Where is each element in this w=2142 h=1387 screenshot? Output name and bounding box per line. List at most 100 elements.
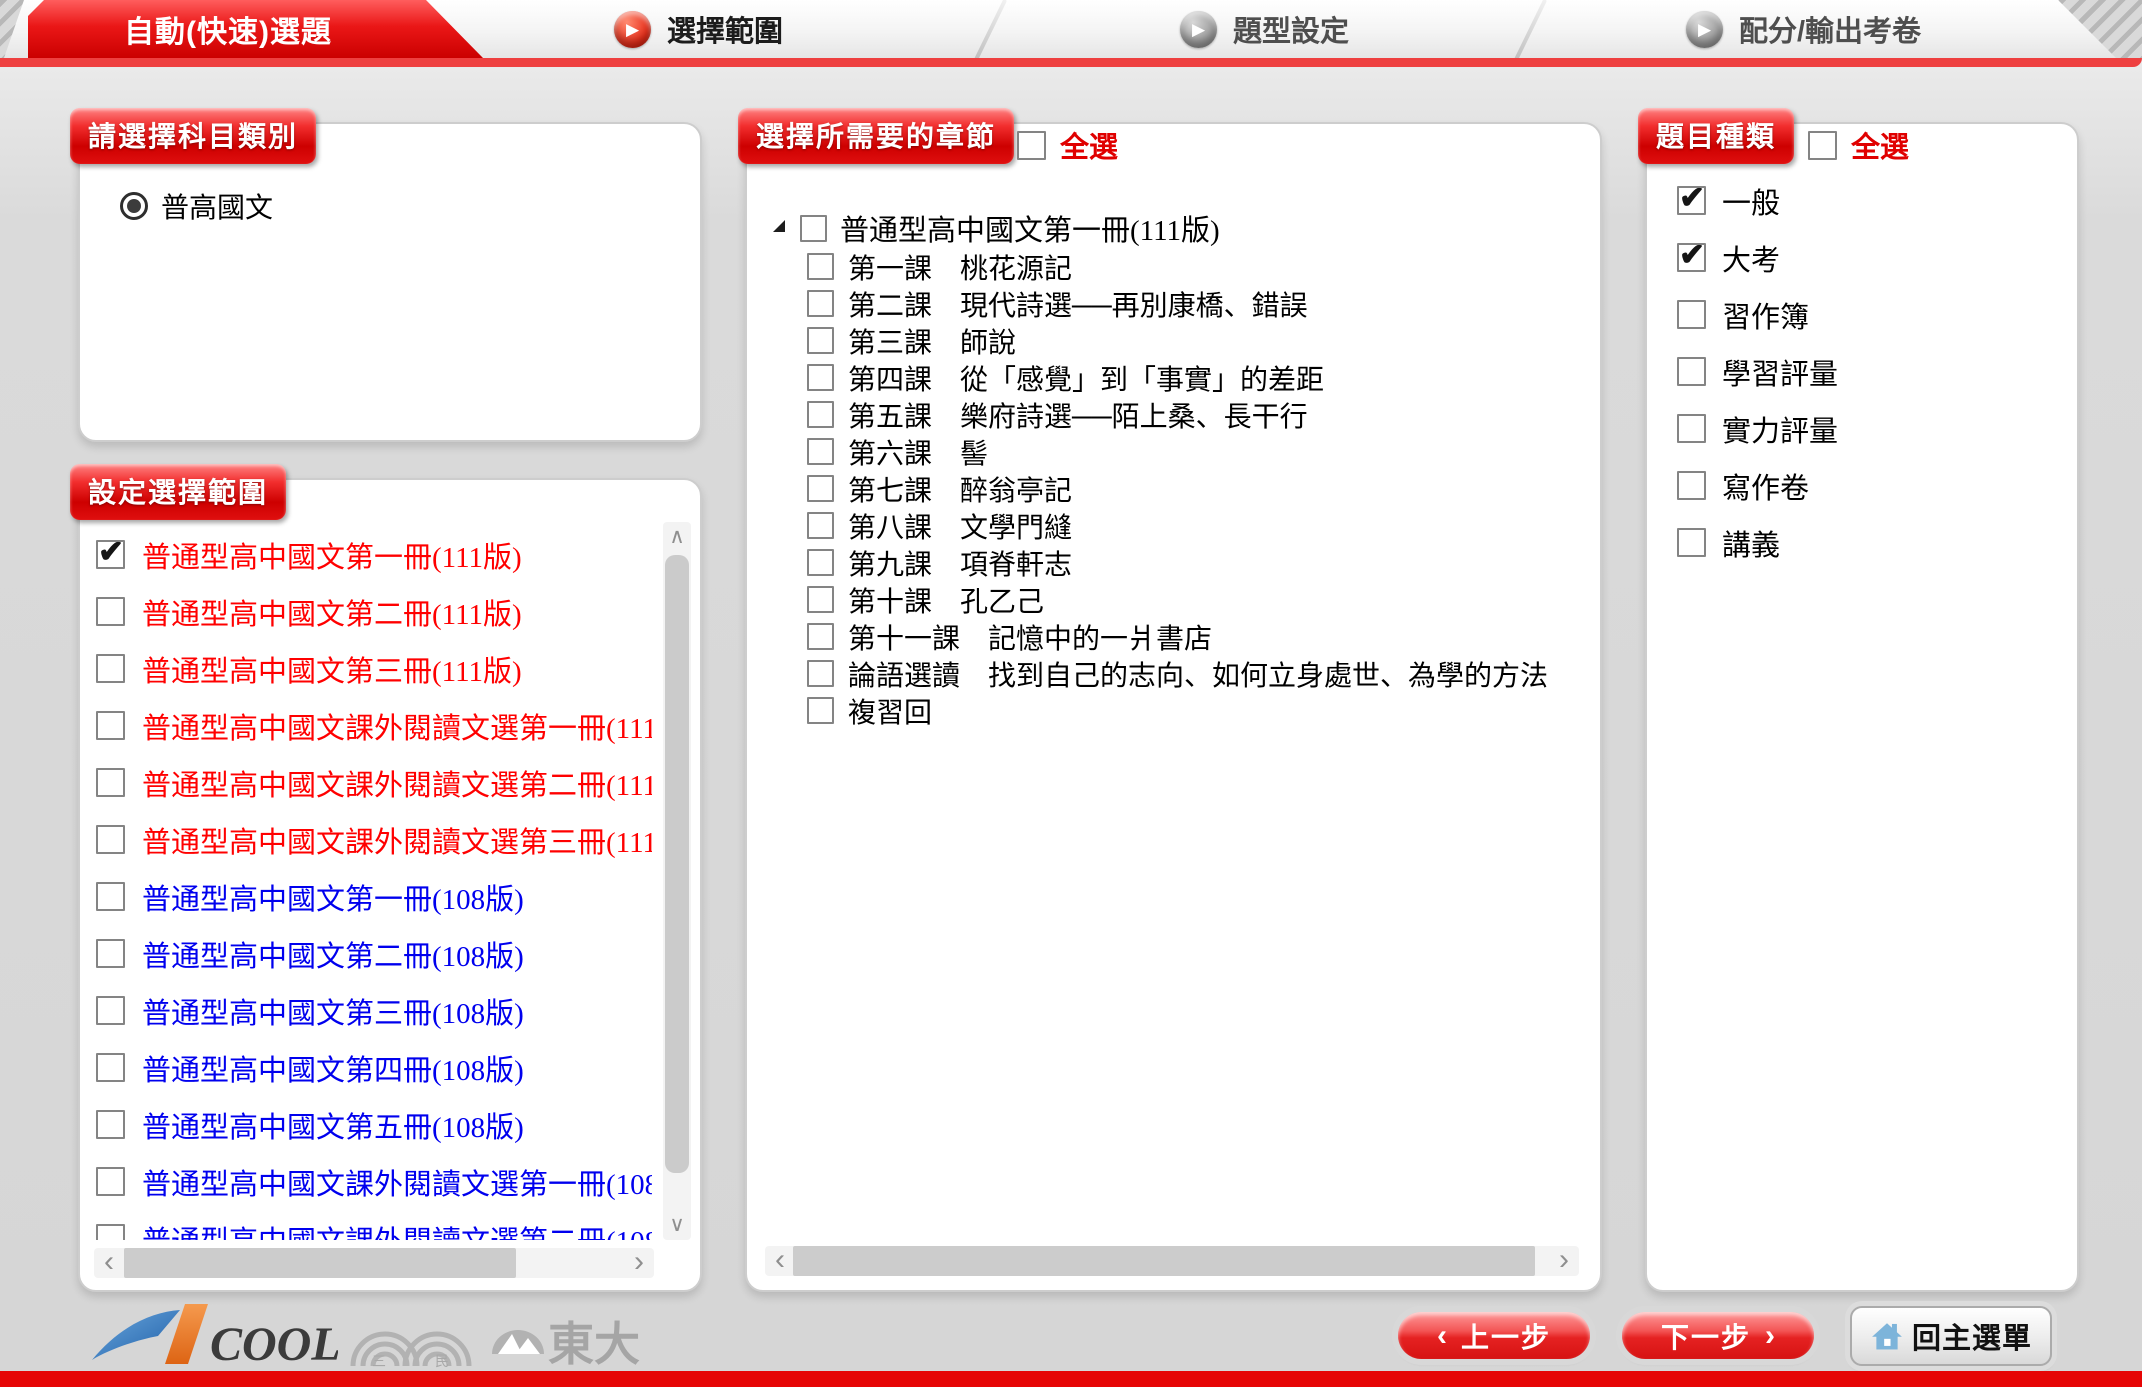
chapter-checkbox-item[interactable]: 複習回 <box>807 692 1593 729</box>
textbook-checkbox-item[interactable]: 普通型高中國文第三冊(111版) <box>96 640 652 697</box>
back-to-main-menu-button[interactable]: 回主選單 <box>1850 1306 2052 1366</box>
chapter-label: 第十一課 記憶中的一爿書店 <box>848 618 1212 655</box>
chapter-checkbox-item[interactable]: 第二課 現代詩選──再別康橋、錯誤 <box>807 285 1593 322</box>
scroll-right-icon[interactable]: › <box>624 1248 654 1278</box>
textbook-checkbox-item[interactable]: 普通型高中國文課外閱讀文選第二冊(108版) <box>96 1210 652 1240</box>
textbook-checkbox-item[interactable]: 普通型高中國文第一冊(111版) <box>96 526 652 583</box>
textbook-checkbox-item[interactable]: 普通型高中國文第二冊(108版) <box>96 925 652 982</box>
checkbox-icon <box>807 438 834 465</box>
textbook-checkbox-item[interactable]: 普通型高中國文第一冊(108版) <box>96 868 652 925</box>
chapter-checkbox-item[interactable]: 第七課 醉翁亭記 <box>807 470 1593 507</box>
scroll-up-icon[interactable]: ∧ <box>663 522 691 552</box>
scrollbar-thumb[interactable] <box>793 1246 1535 1276</box>
checkbox-icon <box>96 825 125 854</box>
chapter-checkbox-item[interactable]: 第六課 髻 <box>807 433 1593 470</box>
question-type-label: 學習評量 <box>1722 351 1838 393</box>
checkbox-icon <box>1677 243 1706 272</box>
chapter-checkbox-item[interactable]: 第九課 項脊軒志 <box>807 544 1593 581</box>
textbook-label: 普通型高中國文第二冊(111版) <box>142 591 522 633</box>
chapter-checkbox-item[interactable]: 第十一課 記憶中的一爿書店 <box>807 618 1593 655</box>
textbook-checkbox-item[interactable]: 普通型高中國文第三冊(108版) <box>96 982 652 1039</box>
radio-option-subject[interactable]: 普高國文 <box>120 186 273 226</box>
button-label: 下一步 <box>1661 1316 1751 1356</box>
tab-auto-quick-select[interactable]: 自動(快速)選題 <box>28 0 483 58</box>
checkbox-icon <box>96 1167 125 1196</box>
step-tabbar: 自動(快速)選題 選擇範圍 題型設定 配分/輸出考卷 <box>0 0 2142 58</box>
textbook-label: 普通型高中國文課外閱讀文選第一冊(108版) <box>142 1161 652 1203</box>
vertical-scrollbar: ∧ ∨ <box>663 522 691 1240</box>
play-icon <box>614 11 651 48</box>
play-icon <box>1686 11 1723 48</box>
scroll-down-icon[interactable]: ∨ <box>663 1210 691 1240</box>
chapter-checkbox-item[interactable]: 第三課 師說 <box>807 322 1593 359</box>
tab-score-output[interactable]: 配分/輸出考卷 <box>1686 0 1921 58</box>
chapter-list: 第一課 桃花源記 第二課 現代詩選──再別康橋、錯誤 第三課 師說 第四課 從「… <box>807 248 1593 729</box>
tabbar-red-underline <box>0 58 2142 67</box>
chapter-checkbox-item[interactable]: 第一課 桃花源記 <box>807 248 1593 285</box>
checkbox-icon <box>807 697 834 724</box>
chapter-checkbox-item[interactable]: 第十課 孔乙己 <box>807 581 1593 618</box>
textbook-label: 普通型高中國文第三冊(111版) <box>142 648 522 690</box>
checkbox-icon <box>96 1224 125 1240</box>
tab-question-type-setup[interactable]: 題型設定 <box>1180 0 1349 58</box>
question-type-checkbox-item[interactable]: 一般 <box>1677 172 1838 229</box>
textbook-checkbox-item[interactable]: 普通型高中國文課外閱讀文選第三冊(111版) <box>96 811 652 868</box>
horizontal-scrollbar: ‹ › <box>94 1248 654 1278</box>
question-type-checkbox-item[interactable]: 實力評量 <box>1677 400 1838 457</box>
chapter-checkbox-item[interactable]: 第四課 從「感覺」到「事實」的差距 <box>807 359 1593 396</box>
chapter-checkbox-item[interactable]: 論語選讀 找到自己的志向、如何立身處世、為學的方法 <box>807 655 1593 692</box>
chapter-checkbox-item[interactable]: 第八課 文學門縫 <box>807 507 1593 544</box>
bottom-red-bar <box>0 1371 2142 1387</box>
chapter-label: 第八課 文學門縫 <box>848 507 1072 544</box>
horizontal-scrollbar: ‹ › <box>765 1246 1579 1276</box>
textbook-checkbox-item[interactable]: 普通型高中國文第四冊(108版) <box>96 1039 652 1096</box>
checkbox-icon <box>807 290 834 317</box>
chapter-tree: 普通型高中國文第一冊(111版) 第一課 桃花源記 第二課 現代詩選──再別康橋… <box>767 208 1593 729</box>
subject-panel-title-badge: 請選擇科目類別 <box>70 108 316 164</box>
question-type-checkbox-item[interactable]: 大考 <box>1677 229 1838 286</box>
question-type-checkbox-item[interactable]: 講義 <box>1677 514 1838 571</box>
tab-label: 配分/輸出考卷 <box>1739 8 1921 50</box>
textbook-checkbox-item[interactable]: 普通型高中國文課外閱讀文選第二冊(111版) <box>96 754 652 811</box>
tree-expanded-icon[interactable] <box>773 220 785 232</box>
textbook-label: 普通型高中國文課外閱讀文選第二冊(108版) <box>142 1218 652 1241</box>
textbook-checkbox-item[interactable]: 普通型高中國文課外閱讀文選第一冊(111版) <box>96 697 652 754</box>
question-type-checkbox-item[interactable]: 寫作卷 <box>1677 457 1838 514</box>
textbook-checkbox-item[interactable]: 普通型高中國文第五冊(108版) <box>96 1096 652 1153</box>
scroll-left-icon[interactable]: ‹ <box>94 1248 124 1278</box>
play-icon <box>1180 11 1217 48</box>
chapter-label: 第四課 從「感覺」到「事實」的差距 <box>848 359 1324 396</box>
next-step-button[interactable]: 下一步 › <box>1622 1312 1814 1359</box>
chapter-label: 第五課 樂府詩選──陌上桑、長干行 <box>848 396 1308 433</box>
checkbox-icon <box>807 660 834 687</box>
previous-step-button[interactable]: ‹ 上一步 <box>1398 1312 1590 1359</box>
textbook-label: 普通型高中國文第三冊(108版) <box>142 990 524 1032</box>
textbook-label: 普通型高中國文課外閱讀文選第三冊(111版) <box>142 819 652 861</box>
chapters-select-all[interactable]: 全選 <box>1017 124 1118 166</box>
question-type-checkbox-item[interactable]: 習作簿 <box>1677 286 1838 343</box>
types-select-all[interactable]: 全選 <box>1808 124 1909 166</box>
checkbox-icon <box>1677 414 1706 443</box>
checkbox-icon <box>96 768 125 797</box>
textbook-checkbox-item[interactable]: 普通型高中國文課外閱讀文選第一冊(108版) <box>96 1153 652 1210</box>
scrollbar-thumb[interactable] <box>665 555 689 1173</box>
question-type-panel: 一般 大考 習作簿 學習評量 實力評量 寫作卷 講義 <box>1645 122 2079 1292</box>
chevron-left-icon: ‹ <box>1437 1316 1447 1356</box>
tab-select-range[interactable]: 選擇範圍 <box>614 0 783 58</box>
tab-divider <box>973 0 1007 63</box>
scrollbar-thumb[interactable] <box>124 1248 516 1278</box>
scroll-left-icon[interactable]: ‹ <box>765 1246 795 1276</box>
sanmin-char-2: 民 <box>435 1353 449 1369</box>
checkbox-icon <box>96 1053 125 1082</box>
tab-divider <box>1513 0 1547 63</box>
textbook-checkbox-item[interactable]: 普通型高中國文第二冊(111版) <box>96 583 652 640</box>
question-type-checkbox-item[interactable]: 學習評量 <box>1677 343 1838 400</box>
chapter-checkbox-item[interactable]: 第五課 樂府詩選──陌上桑、長干行 <box>807 396 1593 433</box>
checkbox-icon <box>96 654 125 683</box>
scroll-right-icon[interactable]: › <box>1549 1246 1579 1276</box>
tree-root-textbook[interactable]: 普通型高中國文第一冊(111版) <box>767 208 1593 248</box>
cool-logo-text: COOL <box>210 1318 338 1371</box>
tab-label: 自動(快速)選題 <box>124 7 332 51</box>
checkbox-icon <box>807 401 834 428</box>
subject-category-panel: 普高國文 <box>78 122 702 442</box>
